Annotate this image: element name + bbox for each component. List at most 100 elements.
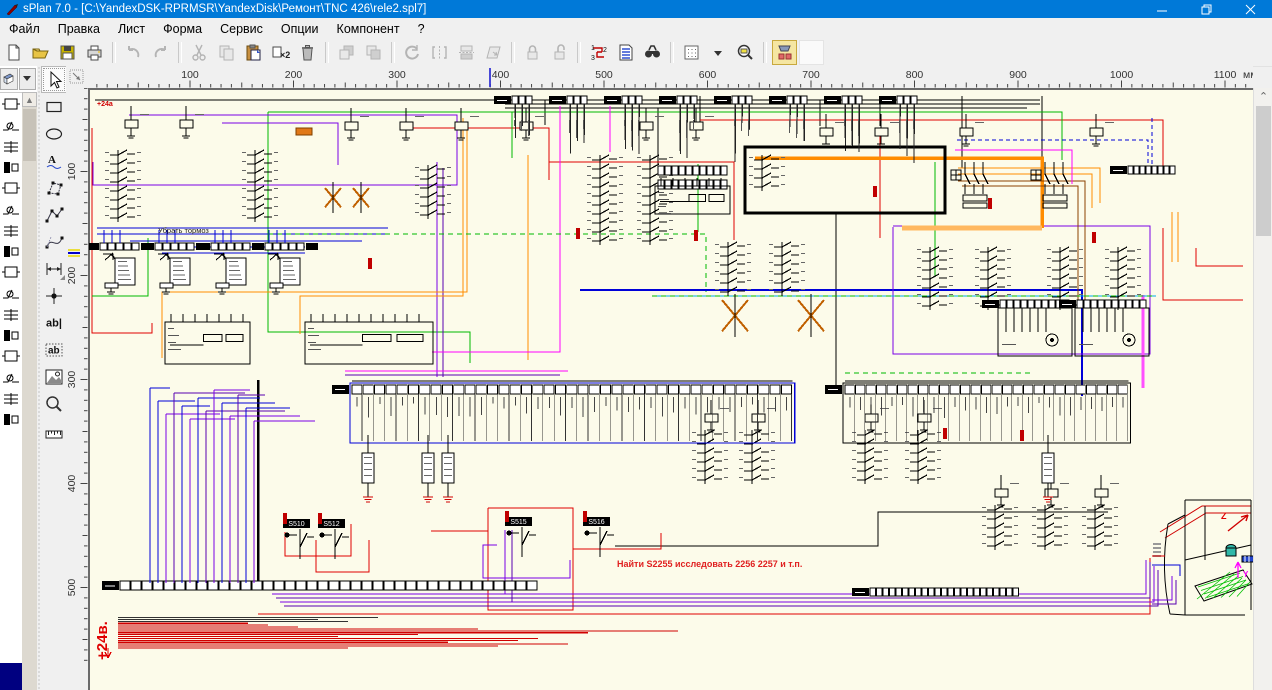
svg-text:ab: ab — [48, 345, 60, 356]
main-toolbar: ×2 1 2 3 — [0, 39, 1272, 67]
toolbar-button-lock[interactable] — [520, 40, 545, 65]
tool-special-text[interactable]: A — [41, 147, 67, 174]
component-thumbnails[interactable] — [0, 92, 22, 690]
component-thumbnail[interactable] — [4, 162, 19, 173]
tool-polyline[interactable] — [41, 201, 67, 228]
tool-ellipse[interactable] — [41, 120, 67, 147]
toolbar-button-paste[interactable] — [241, 40, 266, 65]
toolbar-button-new[interactable] — [1, 40, 26, 65]
toolbar-button-grid[interactable] — [679, 40, 704, 65]
toolbar-button-zoom-window[interactable] — [733, 40, 758, 65]
toolbar-button-cut[interactable] — [187, 40, 212, 65]
menu-item-1[interactable]: Правка — [49, 20, 109, 38]
menu-item-0[interactable]: Файл — [0, 20, 49, 38]
rectangle-icon — [46, 101, 62, 112]
component-thumbnail[interactable] — [4, 309, 18, 321]
component-panel-scrollbar[interactable]: ▲ — [22, 92, 37, 690]
toolbar-button-copy[interactable] — [214, 40, 239, 65]
relay-symbols — [105, 106, 1141, 550]
component-dropdown-button[interactable] — [18, 68, 36, 90]
toolbar-separator — [178, 42, 182, 63]
vertical-scrollbar[interactable]: ⌃ — [1253, 88, 1272, 690]
ruler-corner[interactable] — [66, 66, 88, 88]
menu-item-2[interactable]: Лист — [109, 20, 154, 38]
component-thumbnail[interactable] — [2, 98, 20, 110]
toolbar-button-grid-dropdown[interactable] — [706, 40, 731, 65]
sheet-selector-button[interactable] — [0, 68, 18, 90]
tool-polygon[interactable] — [41, 174, 67, 201]
toolbar-button-undo[interactable] — [121, 40, 146, 65]
toolbar-button-component-bar-toggle[interactable] — [772, 40, 797, 65]
toolbar-separator — [577, 42, 581, 63]
component-thumbnail[interactable] — [4, 393, 18, 405]
component-thumbnail[interactable] — [4, 246, 19, 257]
toolbar-button-rotate[interactable] — [400, 40, 425, 65]
toolbar-button-print[interactable] — [82, 40, 107, 65]
annotation-text: Убрать тормоз — [158, 226, 209, 235]
schematic-canvas[interactable]: S510 S512 S515 S516 +24a Убрать тормоз Найти S… — [88, 88, 1253, 690]
toolbar-button-redo[interactable] — [148, 40, 173, 65]
sub-circuits — [164, 127, 1150, 524]
menu-item-6[interactable]: Компонент — [328, 20, 409, 38]
component-thumbnail[interactable] — [4, 225, 18, 237]
toolbar-button-numbering[interactable]: 1 2 3 — [586, 40, 611, 65]
toolbar-button-to-front[interactable] — [334, 40, 359, 65]
toolbar-button-open[interactable] — [28, 40, 53, 65]
component-thumbnail[interactable] — [4, 414, 19, 425]
tool-rectangle[interactable] — [41, 93, 67, 120]
toolbar-separator — [670, 42, 674, 63]
tool-text[interactable]: ab| — [41, 309, 67, 336]
scroll-up-icon[interactable]: ⌃ — [1254, 88, 1272, 105]
tool-textbox[interactable]: ab — [41, 336, 67, 363]
component-thumbnail[interactable] — [2, 350, 20, 362]
toolbar-button-blank[interactable] — [799, 40, 824, 65]
switch-label: S515 — [510, 519, 526, 526]
toolbar-button-flip-vertical[interactable] — [454, 40, 479, 65]
toolbar-separator — [763, 42, 767, 63]
svg-text:A: A — [48, 154, 56, 166]
tool-bezier[interactable] — [41, 228, 67, 255]
component-thumbnail[interactable] — [4, 330, 19, 341]
toolbar-button-skew[interactable] — [481, 40, 506, 65]
menu-item-4[interactable]: Сервис — [211, 20, 272, 38]
ellipse-icon — [45, 127, 63, 140]
tool-zoom[interactable] — [41, 390, 67, 417]
component-thumbnail[interactable] — [3, 121, 19, 131]
menu-item-7[interactable]: ? — [409, 20, 434, 38]
svg-text:ab|: ab| — [46, 317, 62, 329]
toolbar-button-component-list[interactable] — [613, 40, 638, 65]
component-thumbnail[interactable] — [2, 182, 20, 194]
scroll-thumb[interactable] — [23, 109, 36, 161]
toolbar-button-unlock[interactable] — [547, 40, 572, 65]
special-text-icon: A — [46, 154, 62, 169]
switch-label: S512 — [323, 521, 339, 528]
annotation-text: Y — [1243, 570, 1249, 579]
tool-node[interactable] — [41, 282, 67, 309]
scroll-up-icon[interactable]: ▲ — [22, 92, 37, 107]
tool-measure[interactable] — [41, 417, 67, 444]
scroll-thumb[interactable] — [1256, 106, 1271, 236]
toolbar-button-find[interactable] — [640, 40, 665, 65]
toolbar-button-to-back[interactable] — [361, 40, 386, 65]
svg-text:2: 2 — [603, 47, 607, 54]
minimize-button[interactable] — [1140, 0, 1184, 18]
tool-image[interactable] — [41, 363, 67, 390]
component-thumbnail[interactable] — [4, 141, 18, 153]
menu-item-5[interactable]: Опции — [272, 20, 328, 38]
connector-strips — [102, 95, 1176, 597]
h-ruler-label: 500 — [595, 69, 613, 81]
toolbar-button-delete[interactable] — [295, 40, 320, 65]
component-thumbnail[interactable] — [3, 289, 19, 299]
restore-button[interactable] — [1184, 0, 1228, 18]
tool-select[interactable] — [41, 66, 67, 93]
toolbar-button-duplicate-x2[interactable]: ×2 — [268, 40, 293, 65]
v-ruler-label: 400 — [66, 475, 78, 493]
toolbar-button-mirror[interactable] — [427, 40, 452, 65]
component-thumbnail[interactable] — [3, 373, 19, 383]
menu-item-3[interactable]: Форма — [154, 20, 211, 38]
close-button[interactable] — [1228, 0, 1272, 18]
tool-dimension[interactable] — [41, 255, 67, 282]
component-thumbnail[interactable] — [2, 266, 20, 278]
toolbar-button-save[interactable] — [55, 40, 80, 65]
component-thumbnail[interactable] — [3, 205, 19, 215]
